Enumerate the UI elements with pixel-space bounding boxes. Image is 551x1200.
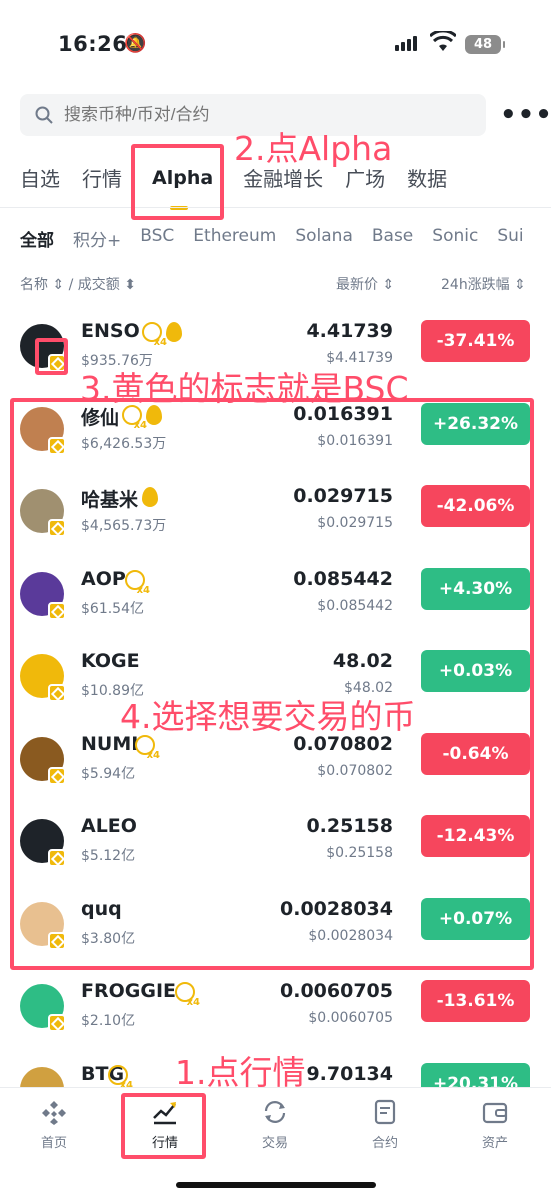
sub-tab-solana[interactable]: Solana — [295, 226, 353, 251]
coin-tags — [175, 982, 200, 1008]
annotation-box-bsc-badge — [35, 338, 68, 375]
sub-tab-sui[interactable]: Sui — [497, 226, 523, 251]
annotation-step-2: 2.点Alpha — [234, 129, 393, 168]
nav-trade-label: 交易 — [261, 1136, 288, 1151]
coin-price: 4.41739 — [306, 320, 393, 342]
annotation-step-1: 1.点行情 — [175, 1053, 306, 1092]
nav-assets-label: 资产 — [481, 1136, 508, 1151]
home-indicator — [176, 1182, 376, 1188]
alpha-x4-icon — [108, 1064, 133, 1091]
coin-price: 0.0060705 — [280, 980, 393, 1002]
tab-data[interactable]: 数据 — [407, 163, 447, 192]
sort-name-volume[interactable]: 名称 ⇕ / 成交额 ⬍ — [20, 274, 136, 294]
sub-tab-base[interactable]: Base — [372, 226, 413, 251]
sub-tab-sonic[interactable]: Sonic — [432, 226, 478, 251]
nav-futures[interactable]: 合约 — [345, 1098, 425, 1151]
sub-tab-points[interactable]: 积分+ — [73, 226, 121, 251]
coin-logo-icon — [20, 984, 66, 1032]
chain-filter-tabs: 全部 积分+ BSC Ethereum Solana Base Sonic Su… — [20, 226, 543, 251]
battery-icon: 48 — [465, 35, 505, 54]
tabs-divider — [0, 207, 551, 208]
wifi-icon — [430, 31, 456, 51]
annotation-box-coin-list — [10, 398, 534, 970]
flame-icon — [166, 322, 182, 342]
sort-change[interactable]: 24h涨跌幅 ⇕ — [441, 274, 526, 294]
nav-home-label: 首页 — [40, 1136, 67, 1151]
nav-assets[interactable]: 资产 — [455, 1098, 535, 1151]
coin-name: FROGGIE — [81, 980, 176, 1002]
sub-tab-all[interactable]: 全部 — [20, 226, 54, 251]
alpha-x4-icon — [175, 982, 200, 1008]
coin-price: 9.70134 — [306, 1062, 393, 1085]
status-bar: 16:26 🔕 48 — [0, 0, 551, 90]
mute-bell-icon: 🔕 — [124, 33, 147, 54]
futures-document-icon — [374, 1099, 396, 1125]
coin-volume: $2.10亿 — [81, 1013, 136, 1029]
more-options-icon[interactable]: ••• — [500, 102, 551, 128]
sub-tab-bsc[interactable]: BSC — [140, 226, 174, 251]
nav-home[interactable]: 首页 — [14, 1098, 94, 1151]
annotation-step-4: 4.选择想要交易的币 — [120, 697, 416, 736]
sort-price[interactable]: 最新价 ⇕ — [336, 274, 394, 294]
tab-market[interactable]: 行情 — [82, 163, 122, 192]
annotation-box-market-nav — [121, 1093, 206, 1159]
assets-wallet-icon — [482, 1102, 508, 1124]
status-time: 16:26 — [58, 32, 128, 56]
coin-tags — [108, 1064, 133, 1091]
change-badge[interactable]: -37.41% — [421, 320, 530, 362]
nav-futures-label: 合约 — [371, 1136, 398, 1151]
sub-tab-ethereum[interactable]: Ethereum — [193, 226, 276, 251]
tab-favorites[interactable]: 自选 — [20, 163, 60, 192]
home-icon — [42, 1101, 66, 1125]
annotation-box-alpha — [131, 144, 224, 220]
nav-trade[interactable]: 交易 — [235, 1098, 315, 1151]
change-badge[interactable]: -13.61% — [421, 980, 530, 1022]
cellular-signal-icon — [395, 36, 417, 51]
alpha-x4-icon — [142, 322, 167, 348]
coin-tags — [142, 322, 182, 348]
bsc-chain-badge-icon — [48, 1014, 66, 1032]
search-icon — [35, 106, 53, 124]
coin-name: ENSO — [81, 320, 140, 342]
trade-swap-icon — [264, 1101, 286, 1123]
coin-price-usd: $0.0060705 — [308, 1010, 393, 1026]
